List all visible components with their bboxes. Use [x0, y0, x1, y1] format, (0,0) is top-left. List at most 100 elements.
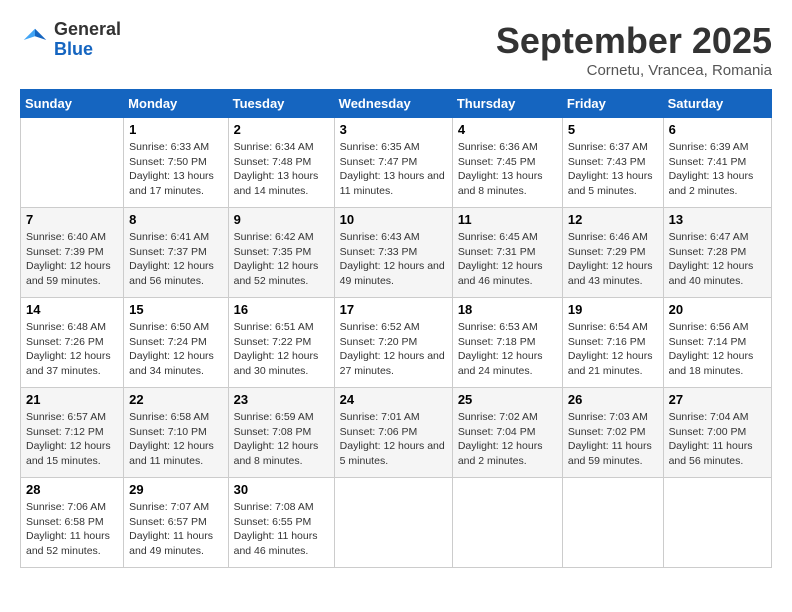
day-info: Sunrise: 6:41 AMSunset: 7:37 PMDaylight:… [129, 230, 222, 289]
week-row-4: 21Sunrise: 6:57 AMSunset: 7:12 PMDayligh… [21, 388, 772, 478]
header: General Blue September 2025 Cornetu, Vra… [20, 20, 772, 79]
logo-icon [20, 25, 50, 55]
calendar-cell: 28 Sunrise: 7:06 AMSunset: 6:58 PMDayligh… [21, 478, 124, 568]
day-number: 28 [26, 482, 118, 497]
calendar-cell: 27 Sunrise: 7:04 AMSunset: 7:00 PMDayligh… [663, 388, 771, 478]
day-number: 15 [129, 302, 222, 317]
week-row-1: 1 Sunrise: 6:33 AMSunset: 7:50 PMDaylight… [21, 118, 772, 208]
day-info: Sunrise: 6:50 AMSunset: 7:24 PMDaylight:… [129, 320, 222, 379]
weekday-header-sunday: Sunday [21, 90, 124, 118]
day-number: 13 [669, 212, 766, 227]
day-info: Sunrise: 6:46 AMSunset: 7:29 PMDaylight:… [568, 230, 658, 289]
day-info: Sunrise: 6:52 AMSunset: 7:20 PMDaylight:… [340, 320, 447, 379]
day-info: Sunrise: 6:54 AMSunset: 7:16 PMDaylight:… [568, 320, 658, 379]
day-number: 24 [340, 392, 447, 407]
day-number: 7 [26, 212, 118, 227]
day-number: 14 [26, 302, 118, 317]
day-info: Sunrise: 6:43 AMSunset: 7:33 PMDaylight:… [340, 230, 447, 289]
day-number: 2 [234, 122, 329, 137]
calendar-cell [663, 478, 771, 568]
location: Cornetu, Vrancea, Romania [496, 62, 772, 79]
week-row-5: 28 Sunrise: 7:06 AMSunset: 6:58 PMDayligh… [21, 478, 772, 568]
week-row-2: 7 Sunrise: 6:40 AMSunset: 7:39 PMDaylight… [21, 208, 772, 298]
day-number: 27 [669, 392, 766, 407]
day-number: 16 [234, 302, 329, 317]
weekday-header-monday: Monday [124, 90, 228, 118]
calendar-cell: 9Sunrise: 6:42 AMSunset: 7:35 PMDaylight… [228, 208, 334, 298]
day-info: Sunrise: 7:06 AMSunset: 6:58 PMDaylight:… [26, 500, 118, 559]
day-info: Sunrise: 6:56 AMSunset: 7:14 PMDaylight:… [669, 320, 766, 379]
day-info: Sunrise: 6:59 AMSunset: 7:08 PMDaylight:… [234, 410, 329, 469]
logo: General Blue [20, 20, 121, 60]
calendar-cell [334, 478, 452, 568]
day-number: 11 [458, 212, 557, 227]
calendar-cell: 18Sunrise: 6:53 AMSunset: 7:18 PMDayligh… [452, 298, 562, 388]
day-info: Sunrise: 6:58 AMSunset: 7:10 PMDaylight:… [129, 410, 222, 469]
day-number: 20 [669, 302, 766, 317]
calendar-cell [21, 118, 124, 208]
day-number: 19 [568, 302, 658, 317]
calendar-cell: 26Sunrise: 7:03 AMSunset: 7:02 PMDayligh… [562, 388, 663, 478]
day-info: Sunrise: 6:33 AMSunset: 7:50 PMDaylight:… [129, 140, 222, 199]
day-number: 25 [458, 392, 557, 407]
day-info: Sunrise: 7:04 AMSunset: 7:00 PMDaylight:… [669, 410, 766, 469]
calendar-cell: 29 Sunrise: 7:07 AMSunset: 6:57 PMDayligh… [124, 478, 228, 568]
calendar-cell: 6Sunrise: 6:39 AMSunset: 7:41 PMDaylight… [663, 118, 771, 208]
day-info: Sunrise: 6:48 AMSunset: 7:26 PMDaylight:… [26, 320, 118, 379]
calendar-cell: 15 Sunrise: 6:50 AMSunset: 7:24 PMDayligh… [124, 298, 228, 388]
calendar-cell: 8Sunrise: 6:41 AMSunset: 7:37 PMDaylight… [124, 208, 228, 298]
calendar-cell: 24Sunrise: 7:01 AMSunset: 7:06 PMDayligh… [334, 388, 452, 478]
day-info: Sunrise: 6:47 AMSunset: 7:28 PMDaylight:… [669, 230, 766, 289]
weekday-header-row: SundayMondayTuesdayWednesdayThursdayFrid… [21, 90, 772, 118]
weekday-header-saturday: Saturday [663, 90, 771, 118]
week-row-3: 14 Sunrise: 6:48 AMSunset: 7:26 PMDayligh… [21, 298, 772, 388]
day-info: Sunrise: 6:45 AMSunset: 7:31 PMDaylight:… [458, 230, 557, 289]
calendar-cell [452, 478, 562, 568]
day-number: 6 [669, 122, 766, 137]
calendar-cell: 30 Sunrise: 7:08 AMSunset: 6:55 PMDayligh… [228, 478, 334, 568]
calendar-cell: 7 Sunrise: 6:40 AMSunset: 7:39 PMDaylight… [21, 208, 124, 298]
day-info: Sunrise: 7:03 AMSunset: 7:02 PMDaylight:… [568, 410, 658, 469]
logo-text: General Blue [54, 20, 121, 60]
calendar-cell: 12 Sunrise: 6:46 AMSunset: 7:29 PMDayligh… [562, 208, 663, 298]
calendar-cell: 17Sunrise: 6:52 AMSunset: 7:20 PMDayligh… [334, 298, 452, 388]
calendar-cell: 20 Sunrise: 6:56 AMSunset: 7:14 PMDayligh… [663, 298, 771, 388]
day-info: Sunrise: 7:08 AMSunset: 6:55 PMDaylight:… [234, 500, 329, 559]
calendar-cell: 14 Sunrise: 6:48 AMSunset: 7:26 PMDayligh… [21, 298, 124, 388]
calendar-cell: 16Sunrise: 6:51 AMSunset: 7:22 PMDayligh… [228, 298, 334, 388]
day-info: Sunrise: 6:40 AMSunset: 7:39 PMDaylight:… [26, 230, 118, 289]
day-info: Sunrise: 7:07 AMSunset: 6:57 PMDaylight:… [129, 500, 222, 559]
calendar-cell: 25 Sunrise: 7:02 AMSunset: 7:04 PMDayligh… [452, 388, 562, 478]
day-number: 30 [234, 482, 329, 497]
calendar-cell: 10Sunrise: 6:43 AMSunset: 7:33 PMDayligh… [334, 208, 452, 298]
day-number: 5 [568, 122, 658, 137]
calendar-table: SundayMondayTuesdayWednesdayThursdayFrid… [20, 89, 772, 568]
calendar-cell: 21Sunrise: 6:57 AMSunset: 7:12 PMDayligh… [21, 388, 124, 478]
day-number: 23 [234, 392, 329, 407]
weekday-header-tuesday: Tuesday [228, 90, 334, 118]
day-number: 22 [129, 392, 222, 407]
calendar-cell: 3 Sunrise: 6:35 AMSunset: 7:47 PMDaylight… [334, 118, 452, 208]
month-title: September 2025 [496, 20, 772, 62]
day-number: 12 [568, 212, 658, 227]
day-info: Sunrise: 7:02 AMSunset: 7:04 PMDaylight:… [458, 410, 557, 469]
weekday-header-wednesday: Wednesday [334, 90, 452, 118]
calendar-cell: 13 Sunrise: 6:47 AMSunset: 7:28 PMDayligh… [663, 208, 771, 298]
day-info: Sunrise: 6:36 AMSunset: 7:45 PMDaylight:… [458, 140, 557, 199]
day-info: Sunrise: 6:37 AMSunset: 7:43 PMDaylight:… [568, 140, 658, 199]
day-info: Sunrise: 6:53 AMSunset: 7:18 PMDaylight:… [458, 320, 557, 379]
day-info: Sunrise: 6:34 AMSunset: 7:48 PMDaylight:… [234, 140, 329, 199]
title-area: September 2025 Cornetu, Vrancea, Romania [496, 20, 772, 79]
day-number: 1 [129, 122, 222, 137]
day-number: 4 [458, 122, 557, 137]
calendar-cell: 4 Sunrise: 6:36 AMSunset: 7:45 PMDaylight… [452, 118, 562, 208]
calendar-cell: 2 Sunrise: 6:34 AMSunset: 7:48 PMDaylight… [228, 118, 334, 208]
day-number: 3 [340, 122, 447, 137]
day-info: Sunrise: 6:42 AMSunset: 7:35 PMDaylight:… [234, 230, 329, 289]
calendar-cell: 22 Sunrise: 6:58 AMSunset: 7:10 PMDayligh… [124, 388, 228, 478]
day-number: 29 [129, 482, 222, 497]
calendar-cell [562, 478, 663, 568]
weekday-header-friday: Friday [562, 90, 663, 118]
calendar-cell: 11 Sunrise: 6:45 AMSunset: 7:31 PMDayligh… [452, 208, 562, 298]
day-info: Sunrise: 6:35 AMSunset: 7:47 PMDaylight:… [340, 140, 447, 199]
